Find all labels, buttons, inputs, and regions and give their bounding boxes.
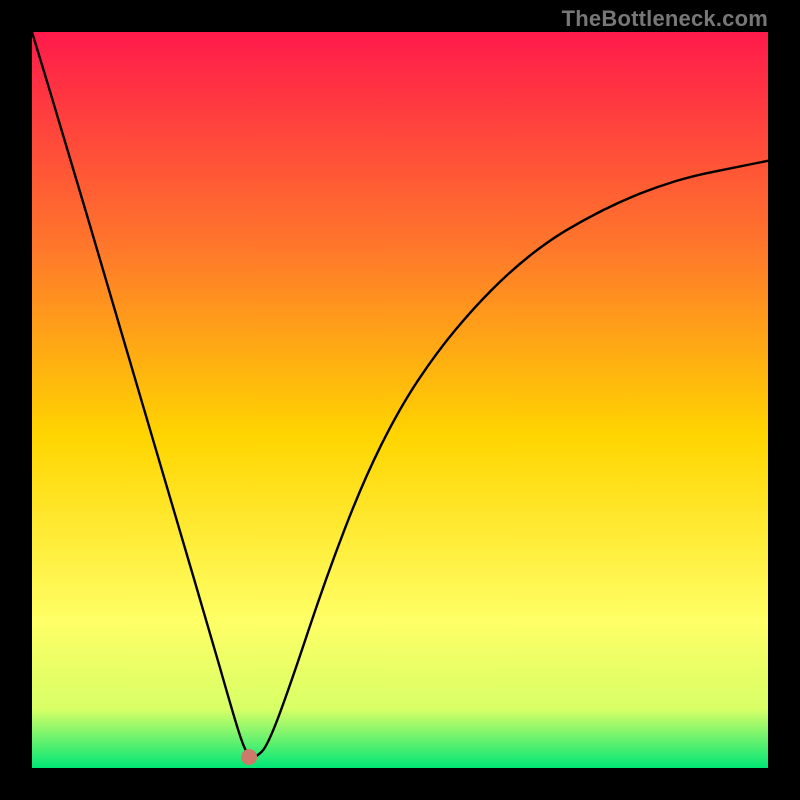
bottleneck-chart	[32, 32, 768, 768]
chart-frame	[32, 32, 768, 768]
minimum-marker	[241, 749, 257, 765]
watermark-text: TheBottleneck.com	[562, 6, 768, 32]
